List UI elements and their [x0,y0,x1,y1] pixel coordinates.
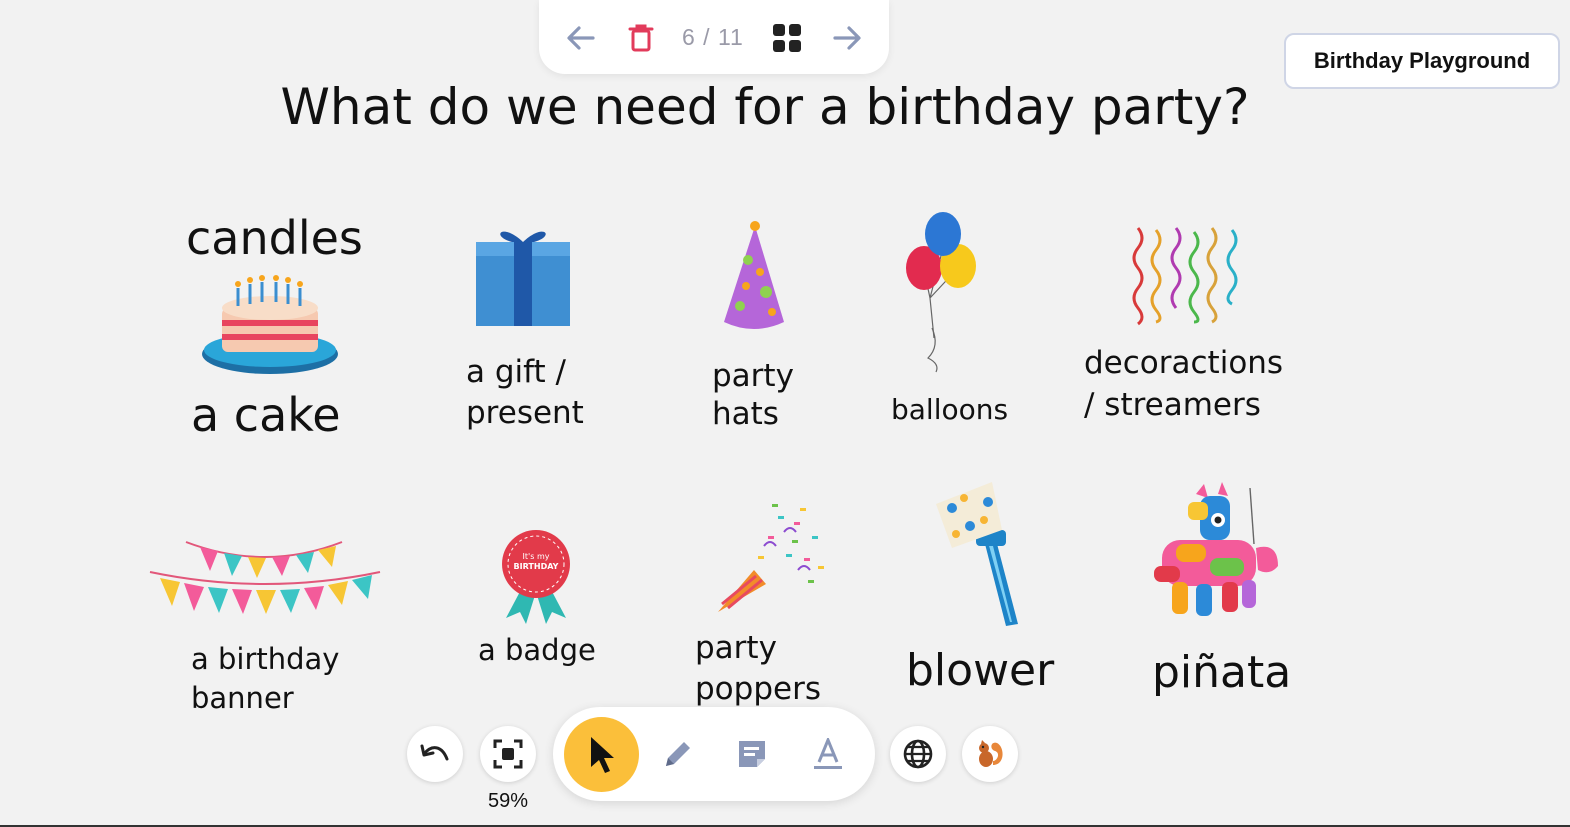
globe-icon [903,739,933,769]
tool-palette [553,707,875,801]
slide-navigator: 6 / 11 [539,0,889,74]
delete-slide-button[interactable] [621,18,661,58]
label-decor-1: decoractions [1084,345,1284,381]
sticky-note-icon [739,741,765,767]
blower-image [936,482,1018,626]
pen-tool-button[interactable] [651,727,705,781]
label-decor-2: / streamers [1084,387,1261,423]
label-banner-2: banner [191,681,294,715]
label-badge: a badge [478,633,596,667]
text-tool-button[interactable] [801,727,855,781]
label-hats-1: party [712,358,794,394]
label-gift-2: present [466,395,584,431]
label-blower: blower [906,645,1055,696]
gift-image [476,231,570,326]
fit-screen-button[interactable] [480,726,536,782]
label-gift-1: a gift / [466,354,566,390]
slide-grid-button[interactable] [767,18,807,58]
slide-title: What do we need for a birthday party? [280,78,1250,136]
grid-icon [773,24,801,52]
undo-icon [420,744,449,761]
balloons-image [906,212,976,373]
pencil-icon [666,742,690,766]
sticky-note-tool-button[interactable] [725,727,779,781]
label-hats-2: hats [712,396,779,432]
label-pinata: piñata [1152,647,1292,698]
squirrel-icon [979,740,1003,767]
mascot-button[interactable] [962,726,1018,782]
label-poppers-2: poppers [695,671,821,707]
party-popper-image [718,504,824,612]
trash-icon [628,24,654,52]
undo-button[interactable] [407,726,463,782]
text-icon [814,738,842,769]
language-button[interactable] [890,726,946,782]
select-tool-button[interactable] [564,717,639,792]
arrow-left-icon [567,26,595,50]
label-balloons: balloons [891,393,1009,426]
badge-text-2: BIRTHDAY [514,562,559,571]
cursor-icon [590,736,614,773]
birthday-banner-image [149,541,381,614]
next-slide-button[interactable] [827,18,867,58]
label-poppers-1: party [695,630,777,666]
party-hat-image [724,221,784,329]
fit-screen-icon [493,739,523,769]
arrow-right-icon [833,26,861,50]
label-cake: a cake [191,388,341,442]
badge-text-1: It's my [523,552,550,561]
streamers-image [1132,227,1238,326]
zoom-level: 59% [487,790,529,812]
page-counter: 6 / 11 [682,24,744,50]
badge-image: It's my BIRTHDAY [502,530,570,624]
pinata-image [1154,482,1278,616]
label-banner-1: a birthday [191,642,340,676]
cake-image [202,275,338,374]
previous-slide-button[interactable] [561,18,601,58]
label-candles: candles [186,211,363,265]
